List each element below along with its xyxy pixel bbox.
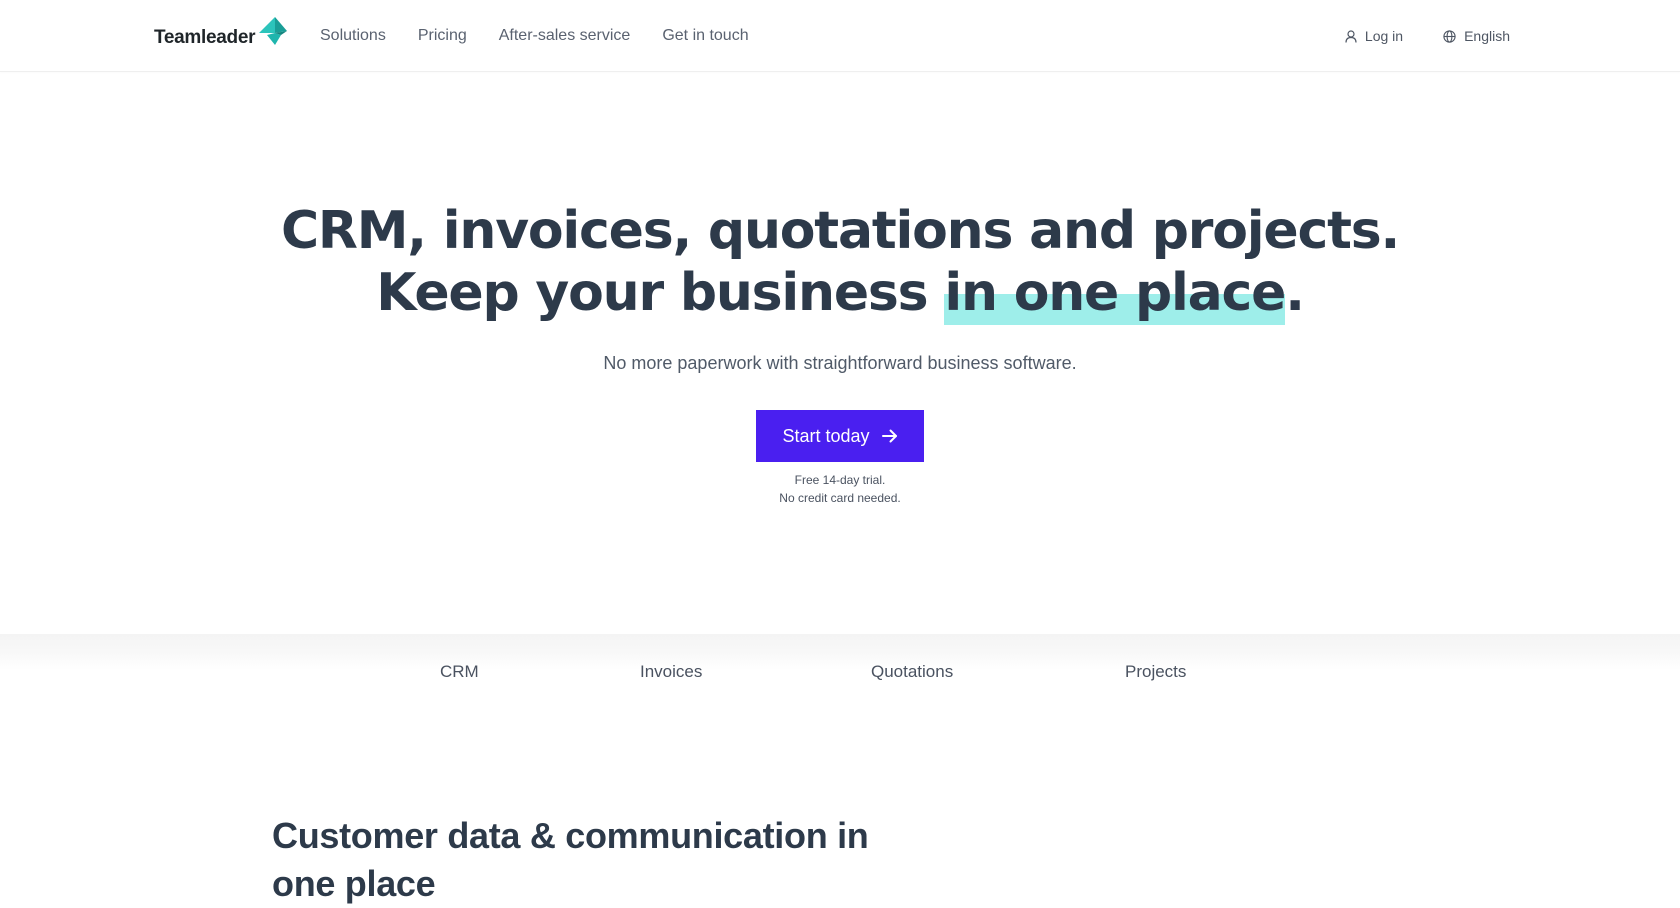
hero-title: CRM, invoices, quotations and projects. … <box>0 200 1680 325</box>
user-icon <box>1345 29 1357 43</box>
tab-invoices[interactable]: Invoices <box>640 660 702 684</box>
main-nav: Solutions Pricing After-sales service Ge… <box>320 24 781 48</box>
login-link[interactable]: Log in <box>1345 24 1403 48</box>
logo-mark-icon <box>259 17 288 45</box>
tab-crm[interactable]: CRM <box>440 660 479 684</box>
nav-solutions[interactable]: Solutions <box>320 24 386 48</box>
feature-tabs: CRM Invoices Quotations Projects <box>0 660 1680 688</box>
login-label: Log in <box>1364 28 1404 44</box>
globe-icon <box>1443 29 1456 43</box>
hero-subtitle: No more paperwork with straightforward b… <box>603 353 1077 373</box>
hero-title-highlight: in one place <box>944 263 1286 325</box>
site-header: Teamleader Solutions Pricing After-sales… <box>0 0 1680 72</box>
hero-section: CRM, invoices, quotations and projects. … <box>0 72 1680 634</box>
hero-title-prefix: Keep your business <box>376 263 945 323</box>
trial-note: Free 14-day trial. No credit card needed… <box>0 471 1680 507</box>
start-today-button[interactable]: Start today <box>756 410 924 462</box>
language-label: English <box>1464 28 1510 44</box>
hero-title-suffix: . <box>1285 263 1305 323</box>
start-today-label: Start today <box>782 425 870 446</box>
nav-get-in-touch[interactable]: Get in touch <box>662 24 748 48</box>
utility-nav: Log in English <box>1345 24 1510 48</box>
tab-projects[interactable]: Projects <box>1125 660 1186 684</box>
tab-quotations[interactable]: Quotations <box>871 660 953 684</box>
hero-title-line-1: CRM, invoices, quotations and projects. <box>280 201 1400 261</box>
trial-note-line-1: Free 14-day trial. <box>794 473 886 487</box>
hero-title-line-2: Keep your business in one place. <box>0 262 1680 325</box>
arrow-right-icon <box>881 429 897 443</box>
section-title: Customer data & communication in one pla… <box>272 815 869 904</box>
teamleader-logo[interactable]: Teamleader <box>154 16 288 48</box>
trial-note-line-2: No credit card needed. <box>779 491 901 505</box>
logo-text: Teamleader <box>154 27 256 48</box>
language-selector[interactable]: English <box>1443 24 1510 48</box>
nav-after-sales-service[interactable]: After-sales service <box>499 24 631 48</box>
nav-pricing[interactable]: Pricing <box>418 24 467 48</box>
